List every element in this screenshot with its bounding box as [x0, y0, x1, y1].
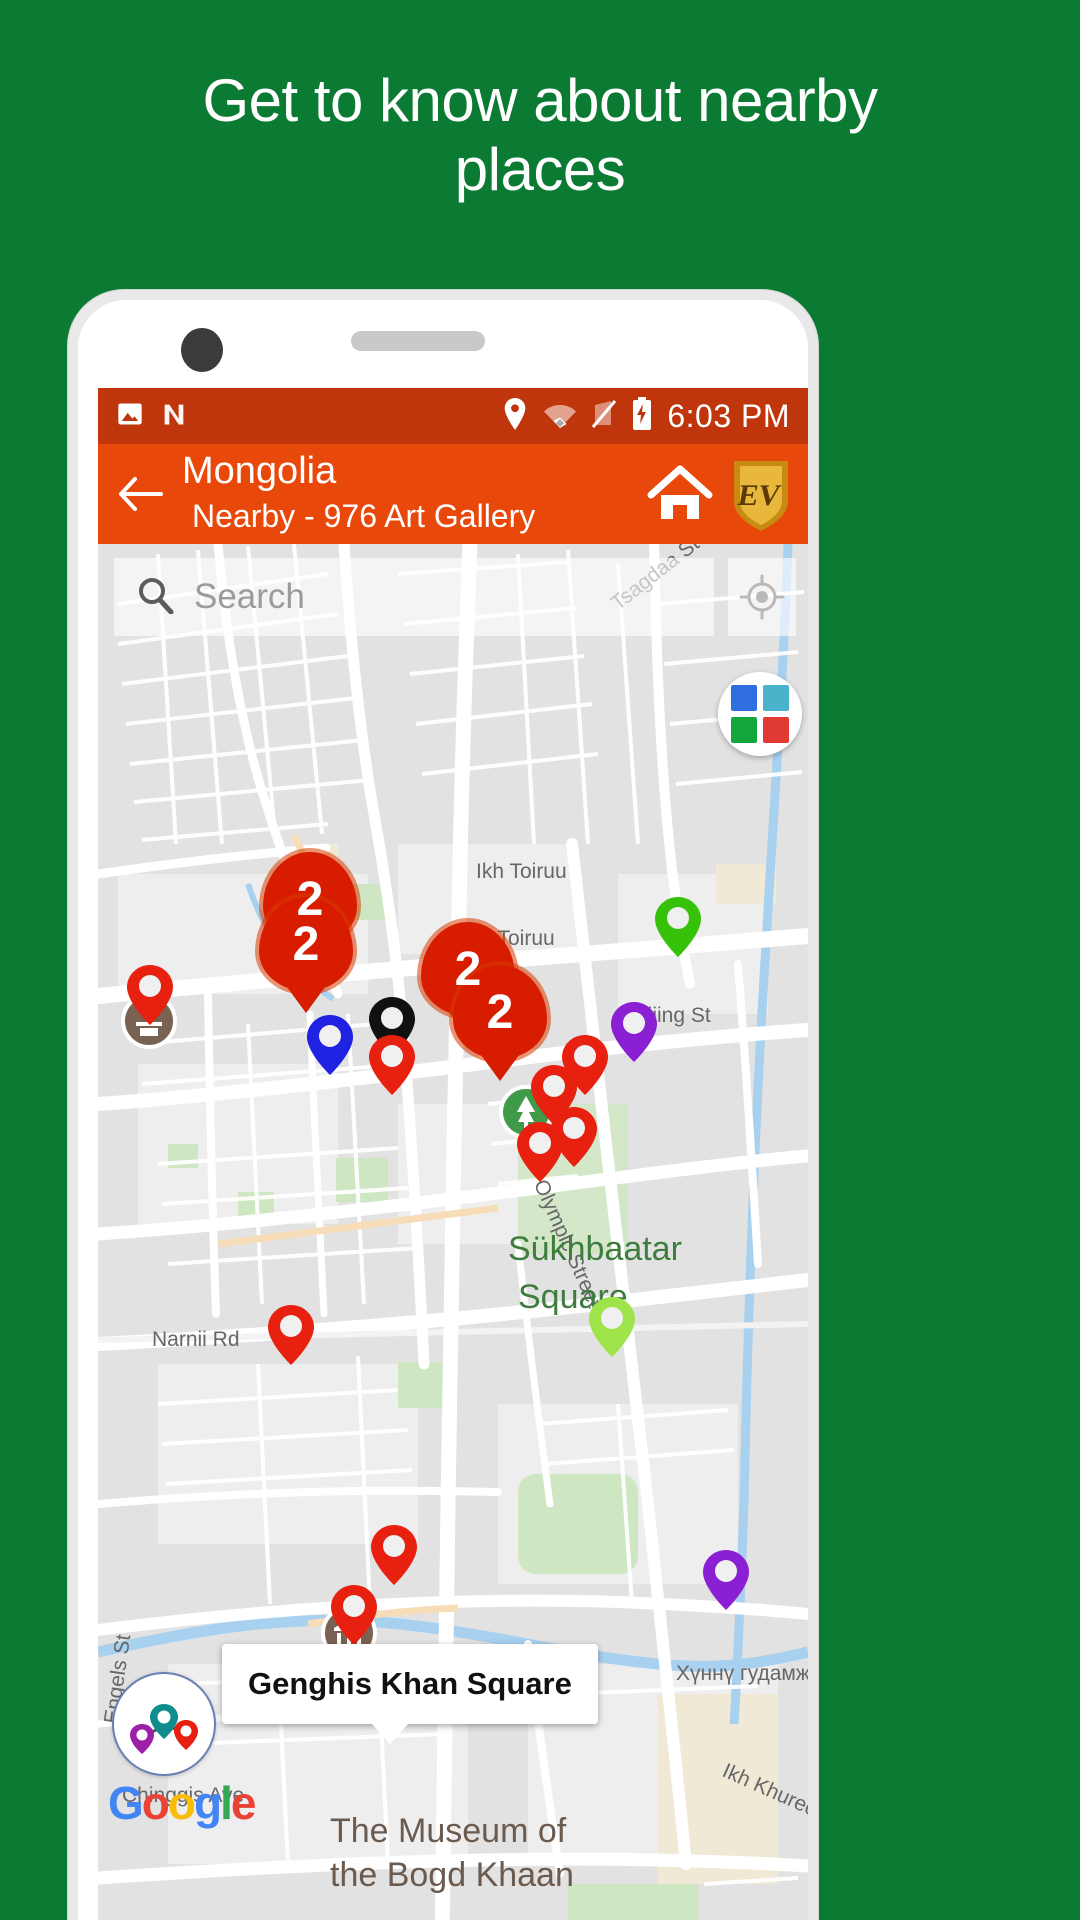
- google-letter: g: [194, 1777, 222, 1829]
- google-letter: o: [167, 1777, 196, 1829]
- google-letter: G: [108, 1777, 144, 1829]
- map-pin[interactable]: [610, 1001, 658, 1068]
- battery-charging-icon: [631, 396, 653, 436]
- map-view[interactable]: Tsagdaa St Ikh Toiruu Baga Toiruu Beijin…: [98, 544, 808, 1920]
- google-letter: e: [230, 1777, 257, 1829]
- page-title: Get to know about nearby places: [202, 67, 878, 203]
- app-bar: Mongolia Nearby - 976 Art Gallery EV: [98, 444, 808, 544]
- info-window[interactable]: Genghis Khan Square: [222, 1644, 598, 1744]
- wifi-icon: [543, 400, 577, 433]
- info-window-title: Genghis Khan Square: [248, 1666, 572, 1701]
- place-label: Sükhbaatar: [508, 1230, 682, 1268]
- google-letter: o: [141, 1777, 170, 1829]
- map-pin[interactable]: [368, 1034, 416, 1101]
- map-pin[interactable]: [702, 1549, 750, 1616]
- search-bar[interactable]: Search: [114, 558, 714, 636]
- status-bar: 6:03 PM: [98, 388, 808, 444]
- home-button[interactable]: [644, 458, 716, 530]
- map-pin[interactable]: [550, 1106, 598, 1173]
- street-label: Хүннү гудамж: [676, 1662, 808, 1685]
- my-location-button[interactable]: [728, 558, 796, 636]
- phone-frame: 6:03 PM Mongolia Nearby - 976 Art Galler…: [68, 290, 818, 1920]
- cluster-count: 2: [486, 985, 514, 1039]
- phone-top-bezel: [78, 300, 808, 388]
- svg-text:EV: EV: [735, 478, 783, 512]
- status-bar-system-icons: 6:03 PM: [501, 396, 790, 436]
- cluster-count: 2: [292, 917, 320, 971]
- location-icon: [501, 397, 529, 435]
- status-bar-notifications: [116, 400, 188, 433]
- map-pin[interactable]: [306, 1014, 354, 1081]
- search-input[interactable]: Search: [194, 577, 305, 617]
- street-label: Ikh Toiruu: [476, 860, 567, 883]
- phone-screen: 6:03 PM Mongolia Nearby - 976 Art Galler…: [78, 300, 808, 1920]
- grid-icon: [731, 685, 789, 743]
- app-bar-title: Mongolia: [182, 450, 337, 492]
- place-label: The Museum of: [330, 1812, 567, 1850]
- app-badge-logo: [112, 1672, 216, 1776]
- app-bar-titles: Mongolia Nearby - 976 Art Gallery: [182, 452, 644, 536]
- categories-button[interactable]: [718, 672, 802, 756]
- back-button[interactable]: [112, 466, 168, 522]
- map-pin[interactable]: [654, 896, 702, 963]
- app-bar-subtitle: Nearby - 976 Art Gallery: [192, 498, 536, 534]
- map-pin[interactable]: [267, 1304, 315, 1371]
- google-letter: l: [220, 1777, 233, 1829]
- google-attribution: Google: [108, 1777, 257, 1829]
- map-pin[interactable]: [330, 1584, 378, 1651]
- status-bar-clock: 6:03 PM: [667, 397, 790, 434]
- signal-off-icon: [591, 399, 617, 434]
- map-pin[interactable]: [588, 1296, 636, 1363]
- nova-launcher-icon: [160, 400, 188, 433]
- earpiece-speaker: [351, 331, 485, 351]
- map-pin[interactable]: [370, 1524, 418, 1591]
- ev-logo-icon[interactable]: EV: [730, 457, 792, 531]
- map-pin[interactable]: [126, 964, 174, 1031]
- street-label: Narnii Rd: [152, 1328, 240, 1351]
- search-icon: [136, 576, 174, 619]
- image-icon: [116, 400, 144, 433]
- place-label: the Bogd Khaan: [330, 1856, 574, 1894]
- front-camera-icon: [181, 328, 223, 372]
